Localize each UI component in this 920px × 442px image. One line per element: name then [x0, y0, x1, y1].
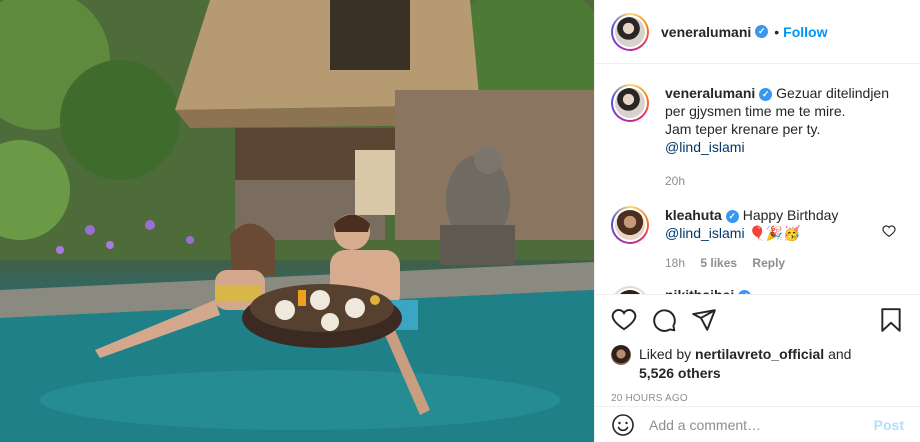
caption-meta: 20h	[665, 172, 895, 190]
list-item: kleahuta ✓ Happy Birthday @lind_islami 🎈🎉…	[611, 206, 904, 272]
comment-text: Happy Birthday	[742, 207, 839, 223]
post-timestamp[interactable]: 20 HOURS AGO	[611, 393, 904, 404]
verified-badge-icon: ✓	[759, 87, 773, 101]
bookmark-icon[interactable]	[878, 307, 904, 333]
post-header: veneralumani ✓ • Follow	[595, 0, 920, 64]
post-photo[interactable]	[0, 0, 594, 442]
caption-mention-link[interactable]: @lind_islami	[665, 139, 745, 155]
photo-illustration	[0, 0, 594, 442]
post-comment-button[interactable]: Post	[874, 417, 904, 433]
comment-emojis: 🎈🎉🥳	[748, 225, 801, 241]
separator-dot: •	[774, 23, 780, 40]
comment-username[interactable]: nikithaihei	[665, 287, 734, 294]
caption-text-line2: Jam teper krenare per ty.	[665, 121, 821, 137]
comments-list[interactable]: veneralumani ✓ Gezuar ditelindjen per gjy…	[595, 64, 920, 294]
comment-username[interactable]: kleahuta	[665, 207, 722, 223]
comment-mention-link[interactable]: @lind_islami	[665, 225, 745, 241]
comment-likes-count[interactable]: 5 likes	[700, 256, 737, 270]
comment-meta: 18h 5 likes Reply	[665, 254, 895, 272]
comment-input[interactable]	[649, 416, 874, 433]
comment-text: ...	[755, 287, 767, 294]
liked-by-prefix: Liked by	[639, 346, 692, 362]
post-actions-section: Liked by nertilavreto_official and 5,526…	[595, 294, 920, 404]
likes-others-link[interactable]: 5,526 others	[639, 365, 721, 381]
comment-time[interactable]: 18h	[665, 256, 685, 270]
verified-badge-icon: ✓	[725, 209, 739, 223]
avatar[interactable]	[611, 12, 649, 51]
add-comment-bar: Post	[595, 406, 920, 442]
avatar[interactable]	[611, 286, 649, 294]
caption-time[interactable]: 20h	[665, 174, 685, 188]
avatar[interactable]	[611, 345, 631, 365]
emoji-icon[interactable]	[611, 413, 635, 437]
like-comment-heart-icon[interactable]	[882, 224, 896, 238]
liked-by-user-link[interactable]: nertilavreto_official	[695, 346, 824, 362]
caption: veneralumani ✓ Gezuar ditelindjen per gjy…	[611, 84, 904, 190]
liked-by-and: and	[828, 346, 852, 362]
comment-icon[interactable]	[651, 307, 677, 333]
post-author-username[interactable]: veneralumani	[661, 24, 751, 40]
liked-by-summary: Liked by nertilavreto_official and 5,526…	[611, 345, 904, 383]
caption-username[interactable]: veneralumani	[665, 85, 755, 101]
follow-button[interactable]: Follow	[783, 24, 827, 40]
avatar[interactable]	[611, 84, 649, 122]
heart-icon[interactable]	[611, 307, 637, 333]
verified-badge-icon: ✓	[755, 25, 769, 38]
post-details-panel: veneralumani ✓ • Follow veneralumani ✓ Ge…	[594, 0, 920, 442]
avatar[interactable]	[611, 206, 649, 244]
reply-button[interactable]: Reply	[752, 256, 785, 270]
list-item: nikithaihei✓ ...	[611, 286, 904, 294]
action-bar	[611, 295, 904, 345]
paper-plane-icon[interactable]	[691, 307, 717, 333]
